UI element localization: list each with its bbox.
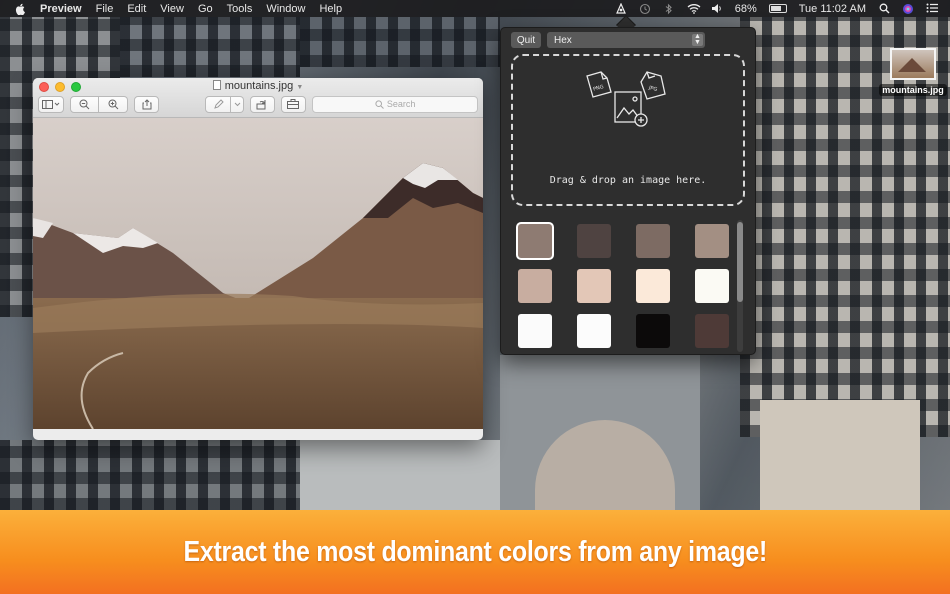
building — [300, 17, 500, 67]
desktop-file-icon[interactable]: mountains.jpg — [876, 48, 950, 98]
color-format-value: Hex — [554, 34, 572, 46]
markup-dropdown-button[interactable] — [231, 95, 245, 113]
time-machine-icon[interactable] — [639, 3, 651, 15]
menu-help[interactable]: Help — [319, 3, 342, 15]
building — [760, 400, 920, 510]
colorpicker-popover: Quit Hex ▲ ▼ PNG JPG Drag & drop an image… — [500, 27, 756, 355]
color-format-select[interactable]: Hex ▲ ▼ — [547, 32, 705, 48]
scrollbar-thumb[interactable] — [737, 222, 743, 302]
menu-view[interactable]: View — [160, 3, 184, 15]
share-button[interactable] — [134, 95, 160, 113]
menu-tools[interactable]: Tools — [227, 3, 253, 15]
toolbox-button[interactable] — [280, 95, 307, 113]
spotlight-search-icon[interactable] — [878, 3, 890, 14]
color-swatch[interactable] — [695, 314, 729, 348]
color-swatch[interactable] — [577, 269, 611, 303]
jpg-badge-label: JPG — [647, 85, 658, 93]
image-dropzone[interactable]: PNG JPG Drag & drop an image here. — [511, 54, 745, 206]
markup-group — [205, 95, 245, 113]
notification-center-icon[interactable] — [926, 3, 938, 14]
select-chevron-icon: ▲ ▼ — [692, 33, 703, 46]
menu-file[interactable]: File — [96, 3, 114, 15]
file-thumbnail[interactable] — [890, 48, 936, 80]
building — [120, 17, 300, 77]
volume-icon[interactable] — [711, 3, 723, 14]
apple-menu-icon[interactable] — [14, 3, 26, 16]
battery-icon[interactable] — [768, 4, 787, 13]
markup-pen-button[interactable] — [205, 95, 232, 113]
preview-window: mountains.jpg ▼ Search — [33, 78, 483, 440]
zoom-out-button[interactable] — [70, 95, 100, 113]
search-icon — [375, 99, 384, 109]
wifi-icon[interactable] — [687, 3, 701, 14]
dropzone-text: Drag & drop an image here. — [549, 175, 707, 186]
color-swatch[interactable] — [577, 224, 611, 258]
quit-button[interactable]: Quit — [511, 32, 541, 48]
color-swatch[interactable] — [518, 269, 552, 303]
mountain-photo[interactable] — [33, 118, 483, 429]
menu-window[interactable]: Window — [266, 3, 305, 15]
siri-icon[interactable] — [902, 3, 914, 14]
color-swatch[interactable] — [695, 269, 729, 303]
color-palette — [511, 216, 735, 352]
palette-scrollbar[interactable] — [737, 220, 743, 352]
image-files-icon: PNG JPG — [586, 71, 666, 127]
desktop-file-label[interactable]: mountains.jpg — [879, 84, 947, 96]
menu-go[interactable]: Go — [198, 3, 213, 15]
document-icon — [212, 80, 221, 90]
menu-clock[interactable]: Tue 11:02 AM — [799, 3, 866, 15]
window-titlebar[interactable]: mountains.jpg ▼ Search — [33, 78, 483, 118]
banner-headline: Extract the most dominant colors from an… — [183, 535, 767, 568]
png-badge-label: PNG — [593, 84, 605, 93]
promo-banner: Extract the most dominant colors from an… — [0, 510, 950, 594]
colorpicker-menu-icon[interactable] — [615, 2, 627, 14]
battery-percentage[interactable]: 68% — [735, 3, 757, 15]
chevron-down-icon[interactable]: ▼ — [296, 84, 303, 91]
color-swatch[interactable] — [636, 224, 670, 258]
search-placeholder: Search — [386, 99, 416, 109]
menu-edit[interactable]: Edit — [127, 3, 146, 15]
menu-bar: Preview File Edit View Go Tools Window H… — [0, 0, 950, 17]
search-field[interactable]: Search — [312, 95, 478, 113]
color-swatch[interactable] — [518, 314, 552, 348]
color-swatch[interactable] — [695, 224, 729, 258]
rotate-button[interactable] — [250, 95, 275, 113]
window-toolbar: Search — [38, 95, 478, 113]
window-title-text: mountains.jpg — [224, 80, 294, 92]
sidebar-toggle-button[interactable] — [38, 95, 65, 113]
zoom-buttons — [70, 95, 129, 113]
zoom-in-button[interactable] — [99, 95, 129, 113]
color-swatch[interactable] — [636, 314, 670, 348]
color-swatch[interactable] — [577, 314, 611, 348]
bluetooth-icon[interactable] — [663, 3, 675, 15]
menu-app-name[interactable]: Preview — [40, 3, 82, 15]
color-swatch[interactable] — [518, 224, 552, 258]
window-title: mountains.jpg ▼ — [33, 80, 483, 92]
rooftop — [300, 440, 500, 510]
color-swatch[interactable] — [636, 269, 670, 303]
